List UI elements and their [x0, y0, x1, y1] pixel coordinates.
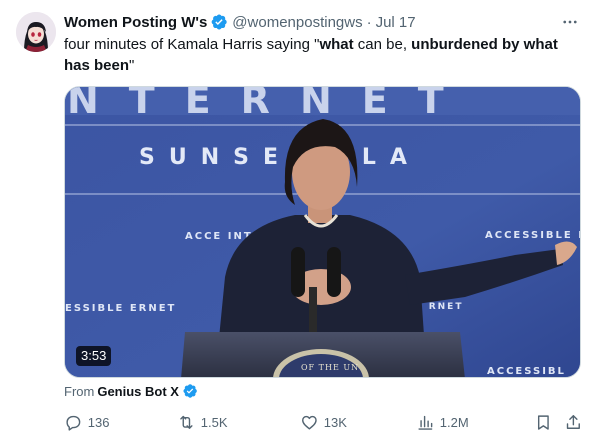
avatar-image: [16, 12, 56, 52]
video-player[interactable]: NTERNET SUNSET, LA ACCE INT ACCESSIBLE I…: [64, 86, 581, 378]
reply-count: 136: [87, 414, 110, 430]
separator-dot: ·: [366, 13, 372, 31]
share-button[interactable]: [564, 412, 588, 432]
views-count: 1.2M: [439, 414, 469, 430]
source-attribution: From Genius Bot X: [64, 383, 198, 399]
backdrop-left-sign: ACCE INT: [185, 231, 253, 242]
repost-button[interactable]: 1.5K: [177, 412, 228, 432]
tweet-text-part: can be,: [353, 36, 412, 53]
like-button[interactable]: 13K: [300, 412, 347, 432]
repost-icon: [180, 415, 193, 429]
share-icon: [566, 414, 580, 429]
backdrop-location: SUNSET, LA: [139, 145, 421, 170]
repost-count: 1.5K: [200, 414, 228, 430]
video-frame: NTERNET SUNSET, LA ACCE INT ACCESSIBLE I…: [65, 87, 581, 377]
action-bar: 136 1.5K 13K 1.2M: [64, 412, 585, 432]
avatar[interactable]: [16, 12, 56, 52]
reply-icon: [66, 415, 81, 431]
video-duration: 3:53: [76, 346, 112, 366]
author-handle[interactable]: @womenpostingws: [232, 14, 362, 31]
reply-button[interactable]: 136: [64, 412, 109, 432]
backdrop-lower-right: ACCESSIBL: [487, 366, 566, 377]
tweet-date[interactable]: Jul 17: [376, 14, 416, 31]
backdrop-top-banner: NTERNET: [67, 87, 474, 122]
tweet[interactable]: Women Posting W's @womenpostingws · Jul …: [0, 0, 598, 443]
like-count: 13K: [323, 414, 347, 430]
views-button[interactable]: 1.2M: [416, 412, 469, 432]
heart-icon: [302, 415, 317, 430]
views-chart-icon: [418, 415, 433, 430]
tweet-header: Women Posting W's @womenpostingws · Jul …: [64, 12, 416, 32]
more-horizontal-icon[interactable]: [558, 10, 582, 34]
backdrop-right-sign: ACCESSIBLE INTERNET: [485, 230, 581, 241]
bookmark-icon: [537, 415, 549, 430]
verified-badge-icon: [210, 13, 228, 31]
source-label: From: [64, 383, 95, 399]
tweet-text-bold: what: [319, 36, 354, 53]
source-name[interactable]: Genius Bot X: [97, 384, 179, 399]
tweet-text-part: ": [129, 57, 135, 74]
seal-text: OF THE UN: [301, 363, 359, 372]
verified-badge-icon: [182, 383, 198, 399]
backdrop-lower-left: ESSIBLE ERNET: [65, 303, 176, 314]
tweet-text: four minutes of Kamala Harris saying "wh…: [64, 34, 579, 76]
tweet-text-part: four minutes of Kamala Harris saying ": [64, 36, 320, 53]
bookmark-button[interactable]: [534, 412, 558, 432]
author-name[interactable]: Women Posting W's: [64, 14, 207, 31]
